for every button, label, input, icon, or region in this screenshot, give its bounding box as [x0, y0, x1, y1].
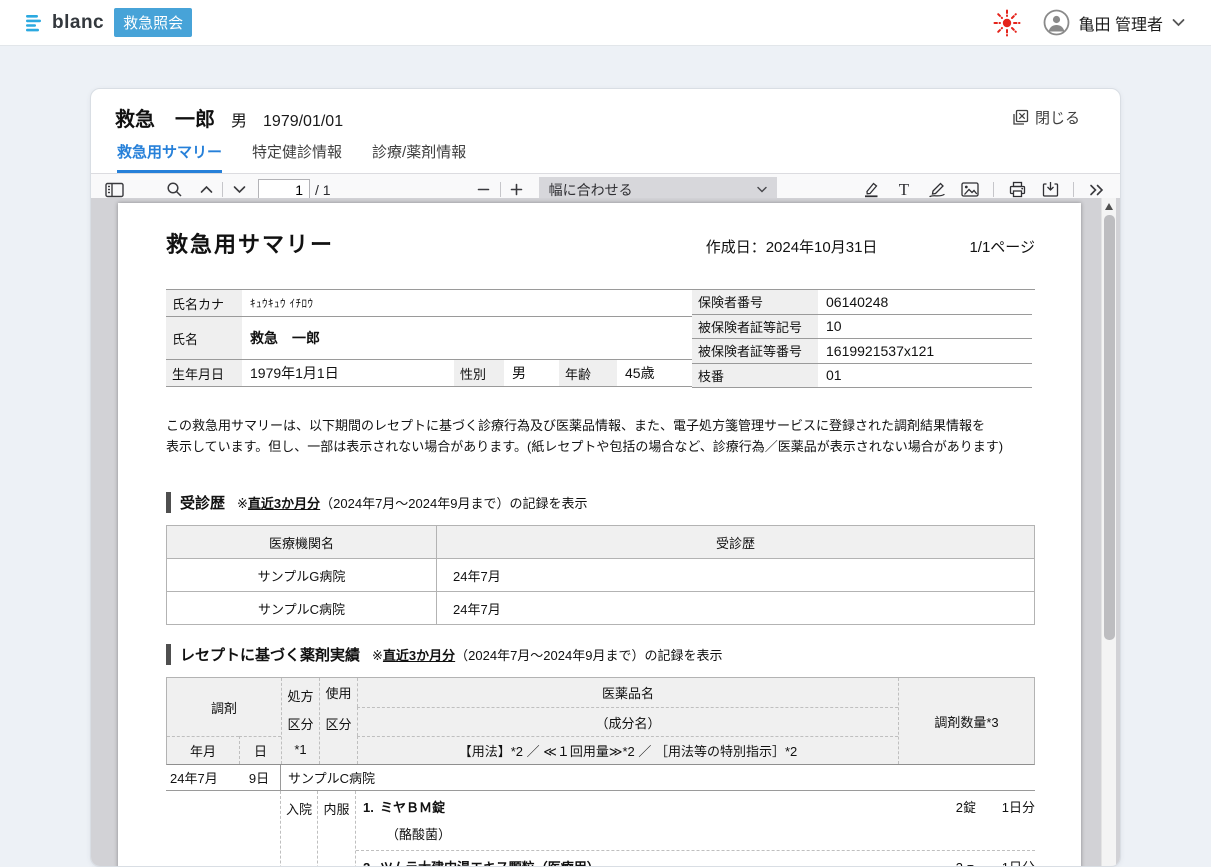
emergency-mode-icon	[993, 9, 1021, 37]
tab-medical-medication[interactable]: 診療/薬剤情報	[372, 141, 466, 173]
kana-value: ｷｭｳｷｭｳ ｲﾁﾛｳ	[242, 290, 692, 316]
tab-health-checkup[interactable]: 特定健診情報	[252, 141, 342, 173]
branch-value: 01	[818, 364, 1032, 388]
kana-label: 氏名カナ	[166, 290, 242, 316]
branch-label: 枝番	[692, 364, 818, 388]
vertical-scrollbar[interactable]	[1101, 198, 1116, 866]
table-row: サンプルC病院 24年7月	[167, 592, 1035, 625]
sex-label: 性別	[454, 360, 504, 386]
patient-birthdate: 1979/01/01	[263, 113, 343, 131]
symbol-label: 被保険者証等記号	[692, 315, 818, 339]
medication-table: 調剤 年月 日 処方 区分 *1 使用 区分 医薬品名 （成分名） 【用法】*2…	[166, 677, 1035, 867]
medication-section-title: レセプトに基づく薬剤実績	[180, 644, 360, 665]
scroll-up-arrow-icon[interactable]	[1105, 203, 1113, 210]
use-type: 内服	[318, 791, 356, 867]
pdf-document-page: 救急用サマリー 作成日：2024年10月31日 1/1ページ 氏名カナ ｷｭｳｷ…	[118, 203, 1081, 867]
doc-title: 救急用サマリー	[166, 227, 334, 259]
scrollbar-thumb[interactable]	[1104, 215, 1115, 640]
visit-section-note: ※直近3か月分（2024年7月～2024年9月まで）の記録を表示	[237, 493, 587, 512]
visit-section-title: 受診歴	[180, 492, 225, 513]
visit-col-history: 受診歴	[437, 526, 1035, 559]
medication-hospital-row: 24年7月 9日 サンプルC病院	[166, 765, 1035, 791]
select-chevron-icon	[757, 186, 767, 193]
birth-label: 生年月日	[166, 360, 242, 386]
age-label: 年齢	[559, 360, 617, 386]
patient-sex: 男	[231, 107, 247, 131]
insurer-value: 06140248	[818, 290, 1032, 314]
insurer-label: 保険者番号	[692, 290, 818, 314]
patient-card-header: 救急 一郎 男 1979/01/01 閉じる 救急用サマリー 特定健診情報 診療…	[91, 89, 1120, 173]
medication-drug-rows: 入院 内服 1. ミヤＢＭ錠 2錠 1日分 （酪酸菌）	[166, 791, 1035, 867]
avatar-icon	[1043, 9, 1070, 36]
sex-value: 男	[504, 360, 559, 386]
doc-description-line1: この救急用サマリーは、以下期間のレセプトに基づく診療行為及び医薬品情報、また、電…	[166, 415, 1035, 436]
medication-section-heading: レセプトに基づく薬剤実績 ※直近3か月分（2024年7月～2024年9月まで）の…	[166, 644, 1035, 665]
doc-created-date: 作成日：2024年10月31日	[706, 236, 878, 257]
medication-section-note: ※直近3か月分（2024年7月～2024年9月まで）の記録を表示	[372, 645, 722, 664]
topbar: blanc 救急照会	[0, 0, 1211, 46]
table-row: サンプルG病院 24年7月	[167, 559, 1035, 592]
list-item: 1. ミヤＢＭ錠 2錠 1日分 （酪酸菌）	[356, 791, 1035, 851]
visit-history-section-heading: 受診歴 ※直近3か月分（2024年7月～2024年9月まで）の記録を表示	[166, 492, 1035, 513]
tab-emergency-summary[interactable]: 救急用サマリー	[117, 141, 222, 173]
doc-description-line2: 表示しています。但し、一部は表示されない場合があります。(紙レセプトや包括の場合…	[166, 436, 1035, 457]
user-name: 亀田 管理者	[1079, 11, 1163, 35]
close-label: 閉じる	[1035, 107, 1080, 128]
page-total: / 1	[315, 182, 331, 198]
section-bar	[166, 492, 171, 513]
app-badge: 救急照会	[114, 8, 192, 37]
number-label: 被保険者証等番号	[692, 339, 818, 363]
visit-col-hospital: 医療機関名	[167, 526, 437, 559]
visit-history-table: 医療機関名 受診歴 サンプルG病院 24年7月 サンプルC病院 24年7月	[166, 525, 1035, 625]
logo-text: blanc	[52, 12, 104, 34]
chevron-down-icon	[1172, 18, 1185, 27]
close-button[interactable]: 閉じる	[1012, 107, 1080, 128]
birth-value: 1979年1月1日	[242, 360, 454, 386]
pdf-viewer: 救急用サマリー 作成日：2024年10月31日 1/1ページ 氏名カナ ｷｭｳｷ…	[91, 198, 1120, 866]
rx-type: 入院	[280, 791, 318, 867]
doc-page-number: 1/1ページ	[969, 236, 1035, 257]
symbol-value: 10	[818, 315, 1032, 339]
app-logo: blanc 救急照会	[26, 8, 192, 37]
visit-table-header-row: 医療機関名 受診歴	[167, 526, 1035, 559]
zoom-select-value: 幅に合わせる	[549, 180, 633, 200]
patient-card: 救急 一郎 男 1979/01/01 閉じる 救急用サマリー 特定健診情報 診療…	[90, 88, 1121, 867]
text-tool-glyph: T	[899, 180, 909, 200]
tab-bar: 救急用サマリー 特定健診情報 診療/薬剤情報	[115, 141, 1080, 173]
user-menu[interactable]: 亀田 管理者	[1043, 9, 1185, 36]
list-item: 2. ツムラ大建中湯エキス顆粒（医療用） 3ｇ 1日分 （大建中湯エキス）	[356, 851, 1035, 867]
patient-name: 救急 一郎	[115, 103, 215, 132]
name-label: 氏名	[166, 317, 242, 359]
name-value: 救急 一郎	[242, 317, 692, 359]
medication-table-header: 調剤 年月 日 処方 区分 *1 使用 区分 医薬品名 （成分名） 【用法】*2…	[166, 677, 1035, 765]
patient-info-table: 氏名カナ ｷｭｳｷｭｳ ｲﾁﾛｳ 氏名 救急 一郎 生年月日 1979年1月1日…	[166, 289, 1035, 388]
hospital-name: サンプルC病院	[280, 765, 1035, 790]
close-window-icon	[1012, 109, 1029, 126]
number-value: 1619921537x121	[818, 339, 1032, 363]
blanc-logo-icon	[26, 13, 45, 33]
section-bar	[166, 644, 171, 665]
age-value: 45歳	[617, 360, 692, 386]
doc-description: この救急用サマリーは、以下期間のレセプトに基づく診療行為及び医薬品情報、また、電…	[166, 415, 1035, 457]
